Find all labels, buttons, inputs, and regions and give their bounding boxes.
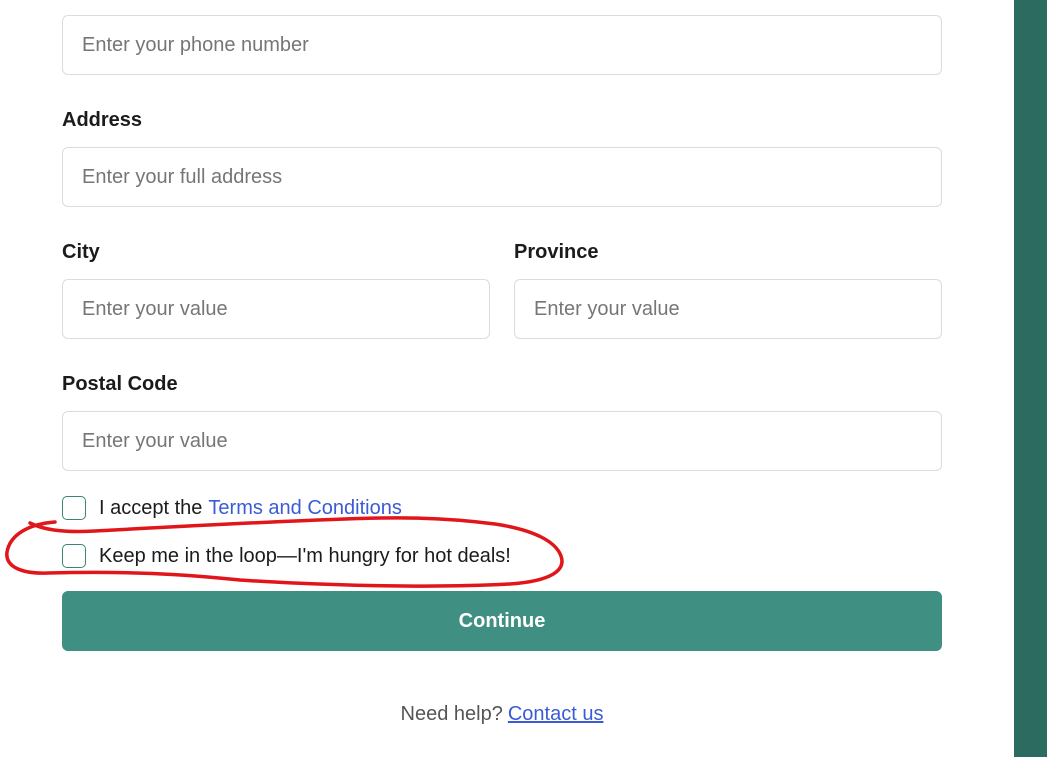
province-label: Province [514,241,599,263]
continue-button[interactable]: Continue [62,591,942,651]
city-label: City [62,241,100,263]
contact-us-link[interactable]: Contact us [508,703,604,725]
help-line: Need help? Contact us [62,703,942,726]
page: Address City Province Postal Code I acce… [0,0,1047,757]
terms-checkbox[interactable] [62,496,86,520]
postal-code-input[interactable] [62,411,942,471]
address-label: Address [62,109,143,131]
newsletter-row: Keep me in the loop—I'm hungry for hot d… [62,542,511,570]
terms-link[interactable]: Terms and Conditions [208,497,401,520]
newsletter-label: Keep me in the loop—I'm hungry for hot d… [99,544,511,567]
city-input[interactable] [62,279,490,339]
province-input[interactable] [514,279,942,339]
address-input[interactable] [62,147,942,207]
help-text: Need help? [400,703,503,725]
side-panel [1014,0,1047,757]
postal-code-label: Postal Code [62,373,178,395]
terms-row: I accept the Terms and Conditions [62,494,402,522]
newsletter-checkbox[interactable] [62,544,86,568]
phone-input[interactable] [62,15,942,75]
terms-label: I accept the [99,496,203,519]
